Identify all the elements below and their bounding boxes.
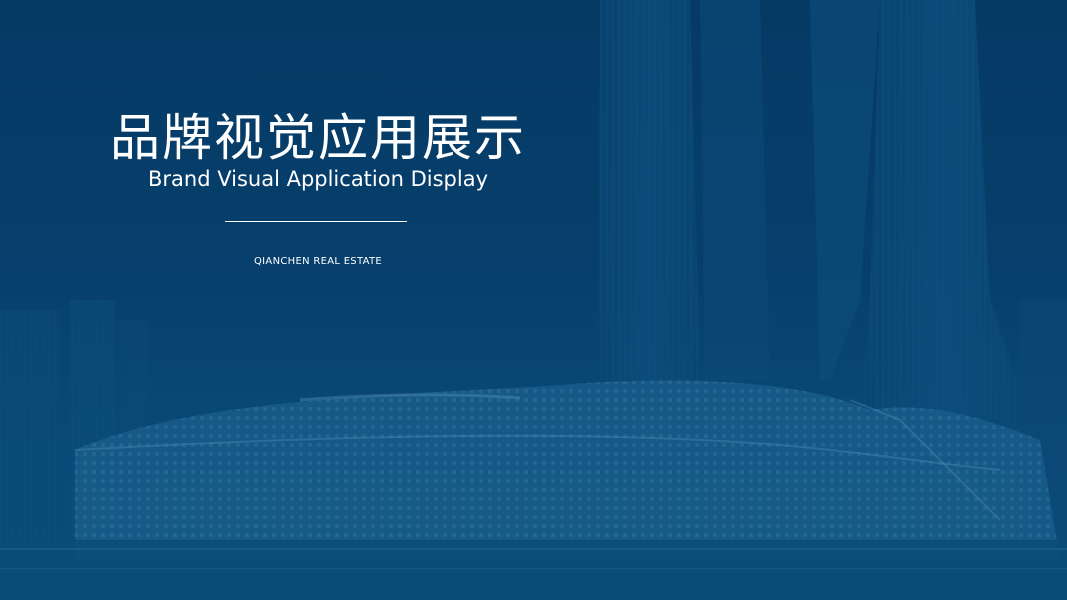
- slide-title-english: Brand Visual Application Display: [147, 167, 488, 191]
- slide: 品牌视觉应用展示 Brand Visual Application Displa…: [0, 0, 1067, 600]
- city-architecture-background: [0, 0, 1067, 600]
- slide-title-chinese: 品牌视觉应用展示: [110, 109, 526, 167]
- company-name: QIANCHEN REAL ESTATE: [254, 256, 382, 267]
- title-divider: [225, 221, 407, 222]
